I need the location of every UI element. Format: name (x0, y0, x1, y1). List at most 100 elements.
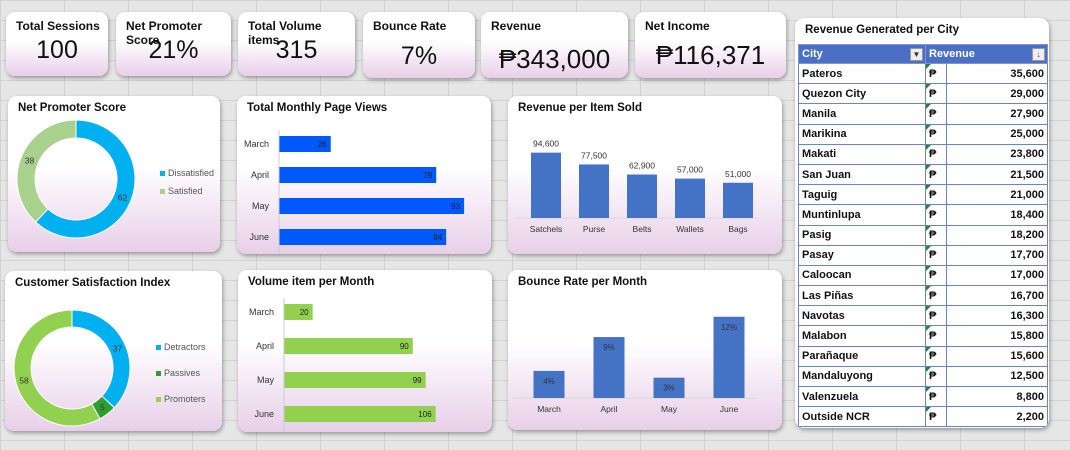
city-cell[interactable]: Manila (798, 103, 926, 125)
city-cell[interactable]: Pasig (798, 225, 926, 246)
currency-cell[interactable]: ₱ (925, 245, 947, 266)
table-row[interactable]: Outside NCR ₱ 2,200 (798, 406, 1048, 428)
currency-cell[interactable]: ₱ (925, 406, 947, 428)
revenue-cell[interactable]: 17,000 (946, 265, 1048, 287)
revenue-cell[interactable]: 18,400 (946, 204, 1048, 226)
revenue-cell[interactable]: 8,800 (946, 386, 1048, 408)
currency-cell[interactable]: ₱ (925, 103, 947, 125)
city-cell[interactable]: Caloocan (798, 265, 926, 287)
volume-bar-chart: March 20 April 90 May 99 June 106 (249, 298, 436, 432)
revenue-cell[interactable]: 25,000 (946, 124, 1048, 145)
chart-title: Revenue per Item Sold (518, 102, 642, 114)
category-tick-label: April (251, 170, 269, 180)
table-row[interactable]: Navotas ₱ 16,300 (798, 305, 1048, 327)
slice-data-label: 38 (25, 156, 35, 166)
category-tick-label: May (252, 201, 270, 211)
currency-cell[interactable]: ₱ (925, 285, 947, 307)
table-row[interactable]: Caloocan ₱ 17,000 (798, 265, 1048, 287)
currency-cell[interactable]: ₱ (925, 184, 947, 206)
city-cell[interactable]: Mandaluyong (798, 366, 926, 388)
revenue-cell[interactable]: 35,600 (946, 63, 1048, 85)
revenue-cell[interactable]: 16,300 (946, 305, 1048, 327)
city-cell[interactable]: Parañaque (798, 346, 926, 367)
error-indicator-icon (926, 64, 931, 69)
currency-cell[interactable]: ₱ (925, 204, 947, 226)
table-row[interactable]: Taguig ₱ 21,000 (798, 184, 1048, 206)
city-revenue-card: Revenue Generated per City City ▼ Revenu… (795, 18, 1049, 428)
table-row[interactable]: Pasay ₱ 17,700 (798, 245, 1048, 266)
currency-cell[interactable]: ₱ (925, 225, 947, 246)
currency-cell[interactable]: ₱ (925, 366, 947, 388)
revenue-cell[interactable]: 16,700 (946, 285, 1048, 307)
bar-data-label: 12% (721, 323, 737, 332)
city-cell[interactable]: Pateros (798, 63, 926, 85)
city-cell[interactable]: Pasay (798, 245, 926, 266)
currency-symbol: ₱ (929, 249, 937, 262)
revenue-cell[interactable]: 21,000 (946, 184, 1048, 206)
bar-data-label: 106 (418, 410, 432, 419)
bounce-rate-chart-card: Bounce Rate per Month 4% March 9% April 3% Ma… (508, 270, 782, 430)
revenue-cell[interactable]: 27,900 (946, 103, 1048, 125)
currency-cell[interactable]: ₱ (925, 305, 947, 327)
column-header-city[interactable]: City ▼ (798, 44, 926, 64)
currency-symbol: ₱ (929, 148, 937, 161)
nps-donut-chart: 62 Dissatisfied 38 Satisfied (16, 119, 214, 239)
currency-cell[interactable]: ₱ (925, 164, 947, 186)
bar-april (279, 167, 437, 183)
table-row[interactable]: Marikina ₱ 25,000 (798, 124, 1048, 145)
table-row[interactable]: Manila ₱ 27,900 (798, 103, 1048, 125)
revenue-cell[interactable]: 15,800 (946, 325, 1048, 347)
city-cell[interactable]: Malabon (798, 325, 926, 347)
category-tick-label: Bags (728, 224, 747, 234)
column-header-label: Revenue (929, 48, 975, 60)
currency-cell[interactable]: ₱ (925, 83, 947, 105)
table-row[interactable]: Muntinlupa ₱ 18,400 (798, 204, 1048, 226)
city-cell[interactable]: Las Piñas (798, 285, 926, 307)
table-row[interactable]: Quezon City ₱ 29,000 (798, 83, 1048, 105)
revenue-cell[interactable]: 12,500 (946, 366, 1048, 388)
table-row[interactable]: San Juan ₱ 21,500 (798, 164, 1048, 186)
column-header-label: City (802, 48, 823, 60)
kpi-title: Revenue (491, 19, 542, 33)
currency-cell[interactable]: ₱ (925, 346, 947, 367)
table-row[interactable]: Valenzuela ₱ 8,800 (798, 386, 1048, 408)
sort-filter-icon[interactable]: ↓ (1032, 48, 1045, 61)
table-row[interactable]: Pasig ₱ 18,200 (798, 225, 1048, 246)
revenue-cell[interactable]: 2,200 (946, 406, 1048, 428)
column-header-revenue[interactable]: Revenue ↓ (925, 44, 1048, 64)
city-cell[interactable]: San Juan (798, 164, 926, 186)
currency-cell[interactable]: ₱ (925, 124, 947, 145)
bar-data-label: 79 (423, 171, 432, 180)
bar-data-label: 20 (300, 308, 309, 317)
city-cell[interactable]: Marikina (798, 124, 926, 145)
category-tick-label: March (537, 404, 561, 414)
currency-cell[interactable]: ₱ (925, 325, 947, 347)
table-row[interactable]: Las Piñas ₱ 16,700 (798, 285, 1048, 307)
revenue-cell[interactable]: 18,200 (946, 225, 1048, 246)
city-cell[interactable]: Muntinlupa (798, 204, 926, 226)
revenue-per-item-bar-chart: 94,600 Satchels 77,500 Purse 62,900 Belts 57,0… (516, 139, 758, 234)
bar-wallets (675, 178, 705, 218)
table-row[interactable]: Pateros ₱ 35,600 (798, 63, 1048, 85)
city-cell[interactable]: Quezon City (798, 83, 926, 105)
filter-dropdown-icon[interactable]: ▼ (910, 48, 923, 61)
currency-cell[interactable]: ₱ (925, 265, 947, 287)
table-row[interactable]: Mandaluyong ₱ 12,500 (798, 366, 1048, 388)
table-row[interactable]: Malabon ₱ 15,800 (798, 325, 1048, 347)
currency-cell[interactable]: ₱ (925, 386, 947, 408)
city-cell[interactable]: Valenzuela (798, 386, 926, 408)
table-row[interactable]: Parañaque ₱ 15,600 (798, 346, 1048, 367)
revenue-cell[interactable]: 15,600 (946, 346, 1048, 367)
city-cell[interactable]: Outside NCR (798, 406, 926, 428)
city-cell[interactable]: Navotas (798, 305, 926, 327)
revenue-cell[interactable]: 17,700 (946, 245, 1048, 266)
currency-cell[interactable]: ₱ (925, 144, 947, 165)
revenue-cell[interactable]: 21,500 (946, 164, 1048, 186)
currency-cell[interactable]: ₱ (925, 63, 947, 85)
city-cell[interactable]: Makati (798, 144, 926, 165)
revenue-cell[interactable]: 29,000 (946, 83, 1048, 105)
legend-marker (156, 345, 161, 350)
table-row[interactable]: Makati ₱ 23,800 (798, 144, 1048, 165)
city-cell[interactable]: Taguig (798, 184, 926, 206)
revenue-cell[interactable]: 23,800 (946, 144, 1048, 165)
